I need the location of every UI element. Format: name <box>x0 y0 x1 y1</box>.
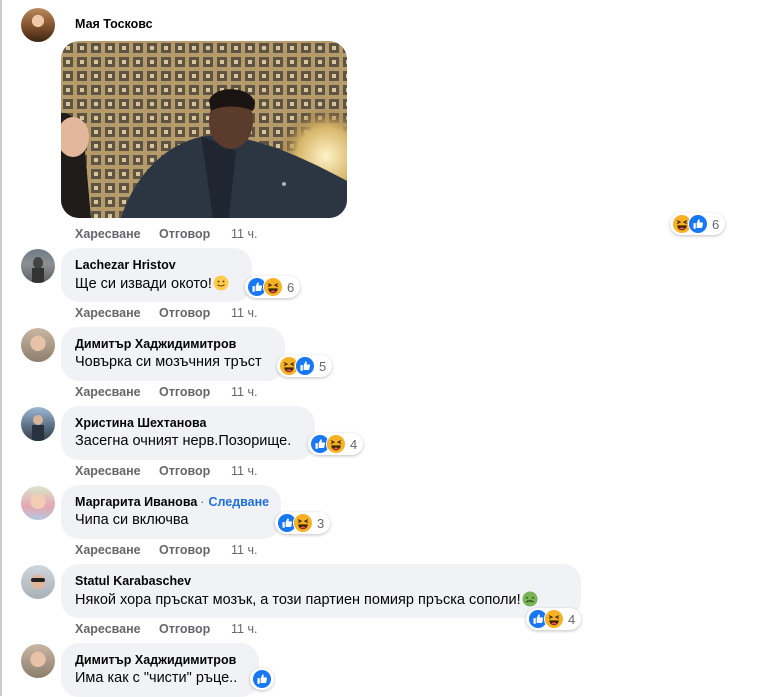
reaction-summary[interactable]: 6 <box>245 276 301 298</box>
reaction-count: 4 <box>568 611 576 627</box>
author-name[interactable]: Маргарита Иванова <box>75 495 197 509</box>
laughing-face-icon <box>544 609 564 629</box>
follow-link[interactable]: Следване <box>208 495 269 509</box>
avatar[interactable] <box>21 8 55 42</box>
reaction-summary[interactable]: 3 <box>275 512 331 534</box>
laughing-face-icon <box>263 277 283 297</box>
thumbs-up-icon <box>252 669 272 689</box>
reply-link[interactable]: Отговор <box>159 622 231 636</box>
reaction-count: 5 <box>319 358 327 374</box>
comment-text: Някой хора пръскат мозък, а този партиен… <box>75 591 538 608</box>
timestamp-link[interactable]: 11 ч. <box>231 227 257 241</box>
comment-actions: Харесване Отговор 11 ч. <box>75 622 257 636</box>
comment-text: Има как с "чисти" ръце.. <box>75 670 238 686</box>
comment-author[interactable]: Димитър Хаджидимитров <box>75 653 236 667</box>
timestamp-link[interactable]: 11 ч. <box>231 543 257 557</box>
avatar[interactable] <box>21 407 55 441</box>
comment-author[interactable]: Statul Karabaschev <box>75 574 191 588</box>
comment-actions: Харесване Отговор 11 ч. <box>75 306 257 320</box>
comment-photo[interactable] <box>61 41 347 218</box>
reaction-summary[interactable]: 4 <box>308 433 364 455</box>
left-edge-divider <box>0 0 2 696</box>
laughing-face-icon <box>293 513 313 533</box>
comment-author[interactable]: Lachezar Hristov <box>75 258 176 272</box>
photo-image <box>61 41 347 218</box>
avatar[interactable] <box>21 328 55 362</box>
reply-link[interactable]: Отговор <box>159 306 231 320</box>
avatar[interactable] <box>21 486 55 520</box>
smiling-face-emoji <box>213 275 229 291</box>
avatar[interactable] <box>21 249 55 283</box>
reply-link[interactable]: Отговор <box>159 227 231 241</box>
reaction-count: 6 <box>712 216 720 232</box>
timestamp-link[interactable]: 11 ч. <box>231 464 257 478</box>
avatar[interactable] <box>21 644 55 678</box>
comment-text: Засегна очният нерв.Позорище. <box>75 433 292 449</box>
reaction-count: 4 <box>350 436 358 452</box>
avatar[interactable] <box>21 565 55 599</box>
reply-link[interactable]: Отговор <box>159 464 231 478</box>
like-link[interactable]: Харесване <box>75 543 159 557</box>
reaction-count: 6 <box>287 279 295 295</box>
reaction-count: 3 <box>317 515 325 531</box>
thumbs-up-icon <box>688 214 708 234</box>
comment-author[interactable]: Христина Шехтанова <box>75 416 206 430</box>
separator-dot: · <box>200 495 205 509</box>
comment-actions: Харесване Отговор 11 ч. <box>75 543 257 557</box>
like-link[interactable]: Харесване <box>75 622 159 636</box>
comment-author[interactable]: Мая Тосковс <box>75 17 153 31</box>
like-link[interactable]: Харесване <box>75 464 159 478</box>
reply-link[interactable]: Отговор <box>159 543 231 557</box>
comment-actions: Харесване Отговор 11 ч. <box>75 385 257 399</box>
reaction-summary[interactable]: 4 <box>526 608 582 630</box>
like-link[interactable]: Харесване <box>75 306 159 320</box>
timestamp-link[interactable]: 11 ч. <box>231 306 257 320</box>
timestamp-link[interactable]: 11 ч. <box>231 622 257 636</box>
comment-text: Чипа си включва <box>75 512 189 528</box>
comment-author: Маргарита Иванова · Следване <box>75 495 269 509</box>
comment-text: Ще си извади окото! <box>75 275 229 292</box>
comment-actions: Харесване Отговор 11 ч. <box>75 464 257 478</box>
reply-link[interactable]: Отговор <box>159 385 231 399</box>
like-link[interactable]: Харесване <box>75 385 159 399</box>
thumbs-up-icon <box>295 356 315 376</box>
reaction-summary[interactable]: 5 <box>277 355 333 377</box>
comment-author[interactable]: Димитър Хаджидимитров <box>75 337 236 351</box>
nauseated-face-emoji <box>522 591 538 607</box>
like-link[interactable]: Харесване <box>75 227 159 241</box>
reaction-summary[interactable] <box>250 668 274 690</box>
reaction-summary[interactable]: 6 <box>670 213 726 235</box>
timestamp-link[interactable]: 11 ч. <box>231 385 257 399</box>
comment-text: Човърка си мозъчния тръст <box>75 354 262 370</box>
laughing-face-icon <box>326 434 346 454</box>
comment-actions: Харесване Отговор 11 ч. <box>75 227 257 241</box>
